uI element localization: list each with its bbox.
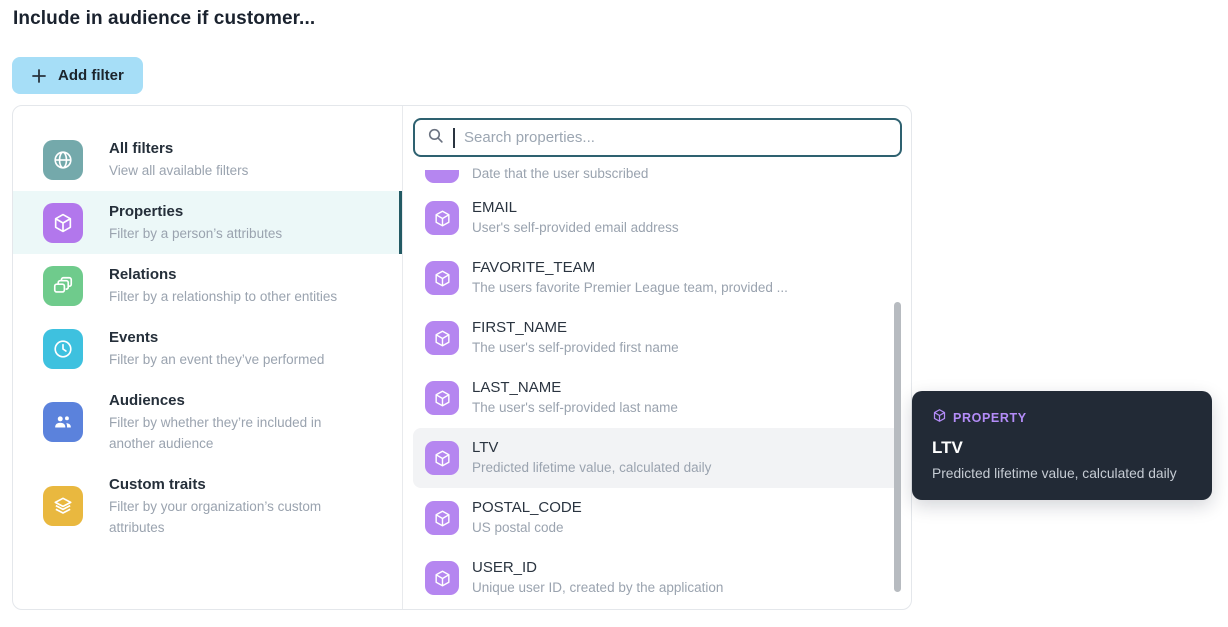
page-title: Include in audience if customer... (13, 8, 316, 29)
sidebar-item-description: Filter by your organization’s custom att… (109, 499, 322, 535)
cube-icon (43, 202, 83, 243)
cube-icon (425, 501, 459, 535)
cube-icon (425, 381, 459, 415)
sidebar-item-title: Events (109, 329, 159, 346)
cube-icon (425, 261, 459, 295)
add-filter-label: Add filter (58, 67, 124, 84)
property-description: The user's self-provided first name (472, 340, 679, 355)
property-description: User's self-provided email address (472, 220, 679, 235)
sidebar-item-events[interactable]: Events Filter by an event they’ve perfor… (13, 317, 402, 380)
property-name: EMAIL (472, 199, 518, 216)
sidebar-item-title: All filters (109, 140, 174, 157)
property-name: LAST_NAME (472, 379, 562, 396)
properties-list-panel: Date that the user subscribed EMAIL User… (403, 106, 911, 609)
sidebar-item-all-filters[interactable]: All filters View all available filters (13, 128, 402, 191)
property-name: USER_ID (472, 559, 538, 576)
search-box (413, 118, 902, 157)
cube-icon (932, 408, 947, 428)
people-icon (43, 402, 83, 442)
plus-icon (31, 68, 47, 84)
property-tooltip: PROPERTY LTV Predicted lifetime value, c… (912, 391, 1212, 500)
list-item-first-name[interactable]: FIRST_NAME The user's self-provided firs… (413, 308, 901, 368)
sidebar-item-title: Properties (109, 203, 184, 220)
tooltip-description: Predicted lifetime value, calculated dai… (932, 466, 1177, 481)
layers-icon (43, 486, 83, 526)
sidebar-item-audiences[interactable]: Audiences Filter by whether they’re incl… (13, 380, 402, 464)
property-description: US postal code (472, 520, 564, 535)
property-name: POSTAL_CODE (472, 499, 582, 516)
scrollbar-thumb[interactable] (894, 302, 901, 592)
text-caret (453, 127, 455, 148)
list-item-favorite-team[interactable]: FAVORITE_TEAM The users favorite Premier… (413, 248, 901, 308)
list-item-ltv[interactable]: LTV Predicted lifetime value, calculated… (413, 428, 901, 488)
add-filter-button[interactable]: Add filter (12, 57, 143, 94)
cube-icon (425, 561, 459, 595)
property-description: The user's self-provided last name (472, 400, 678, 415)
sidebar-item-title: Audiences (109, 392, 185, 409)
cards-icon (43, 265, 83, 306)
cube-icon (425, 170, 459, 183)
sidebar-item-description: Filter by a person’s attributes (109, 226, 283, 241)
sidebar-item-description: View all available filters (109, 163, 249, 178)
sidebar-item-description: Filter by a relationship to other entiti… (109, 289, 338, 304)
sidebar-item-title: Custom traits (109, 476, 206, 493)
list-item-email[interactable]: EMAIL User's self-provided email address (413, 188, 901, 248)
cube-icon (425, 201, 459, 235)
sidebar-item-description: Filter by whether they’re included in an… (109, 415, 322, 451)
globe-icon (43, 139, 83, 180)
list-item-user-id[interactable]: USER_ID Unique user ID, created by the a… (413, 548, 901, 608)
search-input[interactable] (464, 129, 888, 146)
sidebar-item-custom-traits[interactable]: Custom traits Filter by your organizatio… (13, 464, 402, 548)
property-description: Unique user ID, created by the applicati… (472, 580, 724, 595)
property-name: FAVORITE_TEAM (472, 259, 596, 276)
cube-icon (425, 321, 459, 355)
property-name: LTV (472, 439, 499, 456)
tooltip-badge-label: PROPERTY (953, 411, 1027, 425)
list-item-last-name[interactable]: LAST_NAME The user's self-provided last … (413, 368, 901, 428)
property-description: The users favorite Premier League team, … (472, 280, 788, 295)
sidebar-item-title: Relations (109, 266, 177, 283)
filter-picker-panel: All filters View all available filters P… (12, 105, 912, 610)
sidebar-item-relations[interactable]: Relations Filter by a relationship to ot… (13, 254, 402, 317)
search-icon (427, 127, 444, 149)
audience-filter-page: Include in audience if customer... Add f… (0, 0, 1228, 627)
sidebar-item-description: Filter by an event they’ve performed (109, 352, 325, 367)
list-item-partial[interactable]: Date that the user subscribed (413, 158, 901, 188)
properties-list: Date that the user subscribed EMAIL User… (403, 158, 911, 609)
sidebar-item-properties[interactable]: Properties Filter by a person’s attribut… (13, 191, 402, 254)
property-description: Date that the user subscribed (472, 166, 649, 181)
property-name: FIRST_NAME (472, 319, 568, 336)
filter-category-sidebar: All filters View all available filters P… (13, 106, 403, 609)
tooltip-title: LTV (932, 438, 963, 457)
clock-icon (43, 328, 83, 369)
tooltip-badge: PROPERTY (932, 408, 1192, 428)
property-description: Predicted lifetime value, calculated dai… (472, 460, 712, 475)
cube-icon (425, 441, 459, 475)
list-item-postal-code[interactable]: POSTAL_CODE US postal code (413, 488, 901, 548)
